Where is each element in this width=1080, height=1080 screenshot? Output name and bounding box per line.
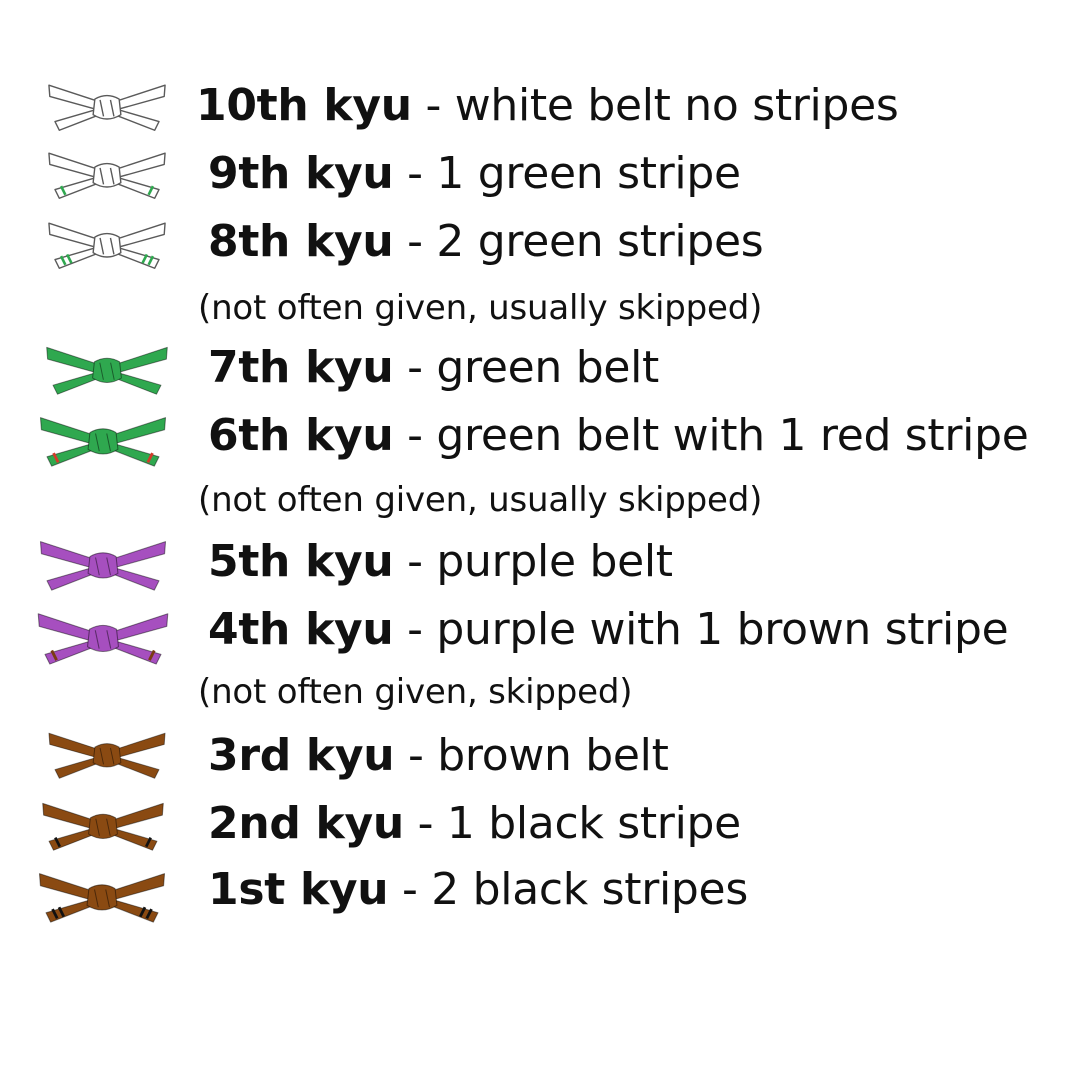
belt-strap-upper-right [116, 84, 166, 111]
rank-name: 1st kyu [208, 864, 389, 915]
belt-strap-upper-left [48, 732, 98, 758]
white-belt-2-green-stripes-icon [48, 222, 166, 269]
rank-description: brown belt [437, 730, 669, 781]
belt-knot [87, 552, 119, 579]
rank-description: green belt with 1 red stripe [436, 410, 1029, 461]
rank-name: 8th kyu [208, 216, 394, 267]
rank-name: 9th kyu [208, 148, 394, 199]
rank-description: 2 green stripes [436, 216, 764, 267]
rank-separator: - [403, 798, 447, 849]
belt-strap-upper-left [48, 152, 98, 179]
rank-description: 1 green stripe [436, 148, 741, 199]
rank-name: 10th kyu [196, 80, 412, 131]
rank-separator: - [393, 342, 437, 393]
belt-knot [92, 232, 122, 258]
belt-strap-upper-right [113, 541, 167, 569]
belt-knot [92, 94, 122, 120]
brown-belt-2-black-stripes-icon [38, 873, 166, 923]
rank-separator: - [393, 410, 437, 461]
belt-strap-upper-left [42, 802, 93, 830]
rank-name: 7th kyu [208, 342, 394, 393]
rank-label: 10th kyu - white belt no stripes [196, 78, 899, 134]
belt-knot [92, 743, 122, 768]
belt-strap-upper-right [116, 732, 166, 758]
rank-name: 3rd kyu [208, 730, 395, 781]
belt-strap-upper-right [113, 802, 164, 830]
rank-label: 1st kyu - 2 black stripes [208, 862, 748, 918]
rank-note: (not often given, usually skipped) [198, 288, 763, 328]
belt-strap-upper-left [37, 613, 92, 642]
belt-strap-upper-left [39, 417, 93, 445]
belt-strap-upper-right [116, 222, 166, 249]
belt-knot [87, 428, 119, 455]
belt-knot [88, 813, 118, 839]
rank-name: 6th kyu [208, 410, 394, 461]
brown-belt-icon [48, 732, 166, 779]
rank-separator: - [411, 80, 455, 131]
rank-description: purple with 1 brown stripe [436, 604, 1009, 655]
rank-description: white belt no stripes [454, 80, 899, 131]
rank-label: 9th kyu - 1 green stripe [208, 146, 741, 202]
belt-strap-upper-left [38, 873, 92, 901]
rank-name: 5th kyu [208, 536, 394, 587]
rank-label: 6th kyu - green belt with 1 red stripe [208, 408, 1029, 464]
belt-strap-upper-left [48, 84, 98, 111]
brown-belt-1-black-stripe-icon [42, 802, 164, 851]
belt-strap-upper-right [114, 613, 169, 642]
rank-separator: - [393, 604, 437, 655]
rank-description: 2 black stripes [431, 864, 748, 915]
rank-description: 1 black stripe [446, 798, 741, 849]
rank-separator: - [388, 864, 432, 915]
rank-label: 8th kyu - 2 green stripes [208, 214, 764, 270]
rank-label: 5th kyu - purple belt [208, 534, 673, 590]
white-belt-icon [48, 84, 166, 131]
green-belt-red-stripe-icon [39, 417, 167, 467]
belt-strap-upper-right [117, 346, 168, 374]
belt-strap-upper-right [116, 152, 166, 179]
rank-label: 2nd kyu - 1 black stripe [208, 796, 741, 852]
belt-knot [92, 357, 122, 383]
belt-knot [92, 162, 122, 188]
rank-separator: - [393, 536, 437, 587]
rank-label: 3rd kyu - brown belt [208, 728, 669, 784]
rank-note: (not often given, usually skipped) [198, 480, 763, 520]
rank-name: 2nd kyu [208, 798, 404, 849]
belt-strap-upper-left [48, 222, 98, 249]
rank-separator: - [394, 730, 438, 781]
rank-label: 7th kyu - green belt [208, 340, 659, 396]
green-belt-icon [46, 346, 168, 395]
belt-strap-upper-left [39, 541, 93, 569]
belt-knot [86, 884, 118, 911]
rank-description: green belt [436, 342, 659, 393]
rank-separator: - [393, 148, 437, 199]
belt-knot [87, 624, 119, 653]
belt-strap-upper-right [112, 873, 166, 901]
rank-label: 4th kyu - purple with 1 brown stripe [208, 602, 1009, 658]
belt-strap-upper-left [46, 346, 97, 374]
purple-belt-icon [39, 541, 167, 591]
rank-separator: - [393, 216, 437, 267]
rank-name: 4th kyu [208, 604, 394, 655]
purple-belt-brown-stripe-icon [37, 613, 169, 665]
belt-strap-upper-right [113, 417, 167, 445]
rank-description: purple belt [436, 536, 673, 587]
white-belt-1-green-stripe-icon [48, 152, 166, 199]
rank-note: (not often given, skipped) [198, 672, 633, 712]
